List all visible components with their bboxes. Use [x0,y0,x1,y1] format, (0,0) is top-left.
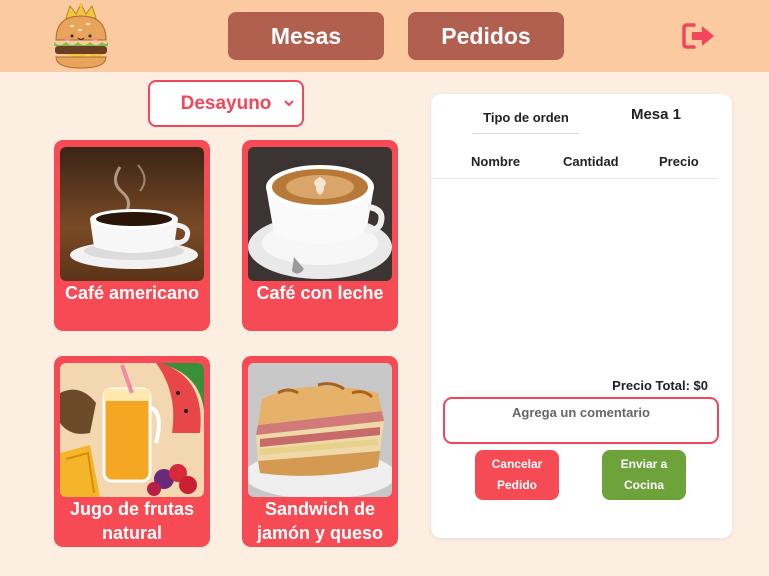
product-name: Café con leche [256,283,384,303]
product-name-line: Sandwich de jamón y queso [256,499,384,543]
product-card-cafe-americano[interactable]: Café americano [54,140,210,331]
latte-art-photo [248,147,392,281]
order-panel: Tipo de orden Mesa 1 Nombre Cantidad Pre… [431,94,732,538]
cancel-label-line1: Cancelar [491,457,543,471]
coffee-cup-photo [60,147,204,281]
burger-crown-logo [54,2,108,69]
send-to-kitchen-button[interactable]: Enviar a Cocina [602,450,686,500]
product-name-line: Jugo de frutas natural [69,499,194,543]
comment-placeholder: Agrega un comentario [512,405,650,420]
cancel-label-line2: Pedido [496,478,537,492]
ham-cheese-sandwich-photo [248,363,392,497]
category-select[interactable]: Desayuno [148,80,304,127]
order-total: Precio Total: $0 [612,378,708,393]
column-header-precio: Precio [659,154,699,169]
product-name: Café americano [64,283,200,303]
cancel-order-button[interactable]: Cancelar Pedido [475,450,559,500]
table-name-label: Mesa 1 [630,106,682,123]
nav-pedidos-button[interactable]: Pedidos [408,12,564,60]
product-card-jugo-de-frutas[interactable]: Jugo de frutas natural [54,356,210,547]
product-card-sandwich[interactable]: Sandwich de jamón y queso [242,356,398,547]
column-header-cantidad: Cantidad [563,154,619,169]
comment-input[interactable]: Agrega un comentario [443,397,719,444]
top-header: Mesas Pedidos [0,0,769,72]
category-selected-value: Desayuno [180,92,272,114]
fruit-juice-photo [60,363,204,497]
header-divider [431,178,717,179]
nav-mesas-button[interactable]: Mesas [228,12,384,60]
order-type-tab[interactable]: Tipo de orden [473,102,579,134]
product-card-cafe-con-leche[interactable]: Café con leche [242,140,398,331]
send-label-line2: Cocina [623,478,664,492]
chevron-down-icon [284,100,294,107]
column-header-nombre: Nombre [471,154,521,169]
send-label-line1: Enviar a [620,457,668,471]
logout-icon[interactable] [682,22,716,50]
